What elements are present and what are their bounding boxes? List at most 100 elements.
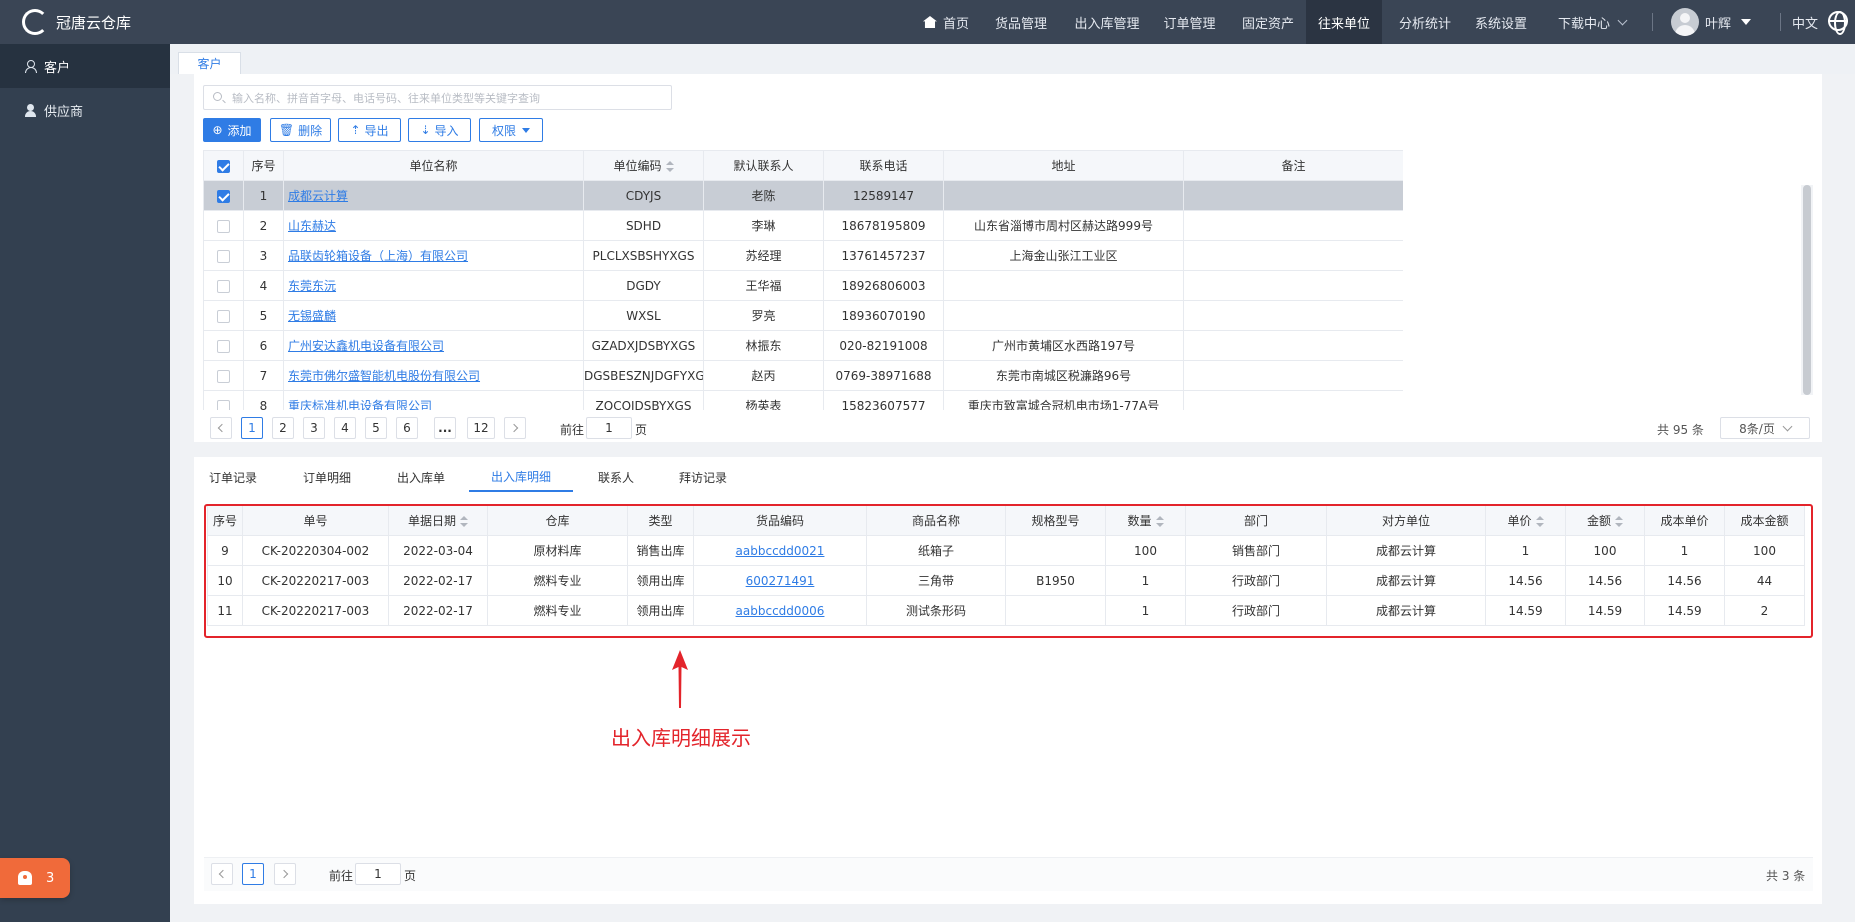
row-checkbox[interactable] xyxy=(217,189,230,203)
table-row[interactable]: 3 品联齿轮箱设备（上海）有限公司 PLCLXSBSHYXGS 苏经理 13761457… xyxy=(203,240,1403,271)
more-pages-button[interactable]: ... xyxy=(434,417,456,439)
page-4-button[interactable]: 4 xyxy=(334,417,356,439)
tab-inout-details[interactable]: 出入库明细 xyxy=(469,462,573,492)
select-all-checkbox[interactable] xyxy=(217,159,230,173)
next-page-button[interactable] xyxy=(504,417,526,439)
export-button[interactable]: ⇡ 导出 xyxy=(338,118,401,142)
row-checkbox[interactable] xyxy=(217,279,230,293)
search-input[interactable]: 输入名称、拼音首字母、电话号码、往来单位类型等关键字查询 xyxy=(203,85,672,110)
table-row[interactable]: 2 山东赫达 SDHD 李琳 18678195809 山东省淄博市周村区赫达路999号 xyxy=(203,210,1403,241)
row-checkbox[interactable] xyxy=(217,309,230,323)
page-12-button[interactable]: 12 xyxy=(467,417,495,439)
delete-button[interactable]: 🗑 删除 xyxy=(270,118,331,142)
page-2-button[interactable]: 2 xyxy=(272,417,294,439)
customer-name-link[interactable]: 山东赫达 xyxy=(288,219,336,233)
note-cell xyxy=(1183,360,1403,391)
code-cell: WXSL xyxy=(583,300,704,331)
column-header: 地址 xyxy=(943,150,1184,181)
tab-visit-records[interactable]: 拜访记录 xyxy=(668,462,738,492)
note-cell xyxy=(1183,330,1403,361)
phone-cell: 13761457237 xyxy=(823,240,944,271)
nav-inout[interactable]: 出入库管理 xyxy=(1065,0,1149,44)
goto-page-input[interactable]: 1 xyxy=(586,417,632,439)
table-row[interactable]: 8 重庆标准机电设备有限公司 ZQCQJDSBYXGS 杨英表 15823607577 重… xyxy=(203,390,1403,410)
row-checkbox[interactable] xyxy=(217,219,230,233)
customer-name-link[interactable]: 东莞市佛尔盛智能机电股份有限公司 xyxy=(288,369,480,383)
sort-icon[interactable] xyxy=(665,160,674,173)
tab-order-details[interactable]: 订单明细 xyxy=(294,462,360,492)
tab-inout-orders[interactable]: 出入库单 xyxy=(388,462,454,492)
row-checkbox[interactable] xyxy=(217,249,230,263)
avatar[interactable] xyxy=(1671,8,1699,36)
customer-name-link[interactable]: 东莞东沅 xyxy=(288,279,336,293)
row-checkbox[interactable] xyxy=(217,369,230,383)
notification-badge[interactable]: 3 xyxy=(0,858,70,898)
row-select-cell[interactable] xyxy=(203,390,244,410)
page-1-button[interactable]: 1 xyxy=(242,863,264,885)
sidebar-item-customers[interactable]: 客户 xyxy=(0,44,170,88)
nav-analytics[interactable]: 分析统计 xyxy=(1390,0,1460,44)
page-size-select[interactable]: 8条/页 xyxy=(1720,417,1810,439)
table-row[interactable]: 7 东莞市佛尔盛智能机电股份有限公司 DGSBESZNJDGFYXGS 赵丙 0769-… xyxy=(203,360,1403,391)
table-row[interactable]: 1 成都云计算 CDYJS 老陈 12589147 xyxy=(203,180,1403,211)
prev-page-button[interactable] xyxy=(210,417,232,439)
nav-downloads[interactable]: 下载中心 xyxy=(1550,0,1634,44)
import-button[interactable]: ⇣ 导入 xyxy=(408,118,471,142)
tab-order-records[interactable]: 订单记录 xyxy=(200,462,266,492)
customer-name-link[interactable]: 无锡盛麟 xyxy=(288,309,336,323)
nav-assets[interactable]: 固定资产 xyxy=(1233,0,1303,44)
prev-page-button[interactable] xyxy=(211,863,233,885)
search-icon xyxy=(213,92,222,101)
nav-partners[interactable]: 往来单位 xyxy=(1306,0,1382,44)
globe-icon[interactable] xyxy=(1828,11,1848,35)
page-5-button[interactable]: 5 xyxy=(365,417,387,439)
goto-label: 前往 xyxy=(560,423,585,437)
note-cell xyxy=(1183,180,1403,211)
row-select-cell[interactable] xyxy=(203,270,244,301)
app-logo[interactable]: 冠唐云仓库 xyxy=(22,9,131,35)
no-cell: 8 xyxy=(243,390,284,410)
page-1-button[interactable]: 1 xyxy=(241,417,263,439)
sidebar-item-suppliers[interactable]: 供应商 xyxy=(0,88,170,132)
row-select-cell[interactable] xyxy=(203,300,244,331)
table-row[interactable]: 4 东莞东沅 DGDY 王华福 18926806003 xyxy=(203,270,1403,301)
nav-home[interactable]: 首页 xyxy=(918,0,974,44)
tab-customers[interactable]: 客户 xyxy=(178,52,241,74)
next-page-button[interactable] xyxy=(274,863,296,885)
row-checkbox[interactable] xyxy=(217,399,230,410)
customer-name-link[interactable]: 成都云计算 xyxy=(288,189,348,203)
add-button[interactable]: ⊕ 添加 xyxy=(203,118,261,142)
row-select-cell[interactable] xyxy=(203,180,244,211)
permission-dropdown[interactable]: 权限 xyxy=(479,118,543,142)
no-cell: 1 xyxy=(243,180,284,211)
goto-page-input[interactable]: 1 xyxy=(355,863,401,885)
tab-contacts[interactable]: 联系人 xyxy=(589,462,643,492)
select-all-cell[interactable] xyxy=(203,150,244,181)
user-menu[interactable]: 叶辉 xyxy=(1705,0,1765,44)
row-select-cell[interactable] xyxy=(203,330,244,361)
page-3-button[interactable]: 3 xyxy=(303,417,325,439)
column-header-sortable[interactable]: 单位编码 xyxy=(583,150,704,181)
annotation-text: 出入库明细展示 xyxy=(611,726,751,750)
page-6-button[interactable]: 6 xyxy=(396,417,418,439)
contact-cell: 苏经理 xyxy=(703,240,824,271)
table-row[interactable]: 5 无锡盛麟 WXSL 罗亮 18936070190 xyxy=(203,300,1403,331)
nav-orders[interactable]: 订单管理 xyxy=(1158,0,1221,44)
customer-name-link[interactable]: 广州安达鑫机电设备有限公司 xyxy=(288,339,444,353)
row-select-cell[interactable] xyxy=(203,240,244,271)
name-cell: 东莞东沅 xyxy=(283,270,584,301)
chevron-down-icon xyxy=(1617,15,1628,25)
no-cell: 4 xyxy=(243,270,284,301)
caret-down-icon xyxy=(1741,19,1752,25)
customer-name-link[interactable]: 品联齿轮箱设备（上海）有限公司 xyxy=(288,249,468,263)
customer-name-link[interactable]: 重庆标准机电设备有限公司 xyxy=(288,399,432,410)
nav-goods[interactable]: 货品管理 xyxy=(986,0,1056,44)
chevron-right-icon xyxy=(279,869,289,879)
row-select-cell[interactable] xyxy=(203,360,244,391)
table-row[interactable]: 6 广州安达鑫机电设备有限公司 GZADXJDSBYXGS 林振东 020-821910… xyxy=(203,330,1403,361)
nav-settings[interactable]: 系统设置 xyxy=(1466,0,1536,44)
scrollbar[interactable] xyxy=(1803,185,1811,395)
row-select-cell[interactable] xyxy=(203,210,244,241)
row-checkbox[interactable] xyxy=(217,339,230,353)
language-switch[interactable]: 中文 xyxy=(1788,0,1822,44)
